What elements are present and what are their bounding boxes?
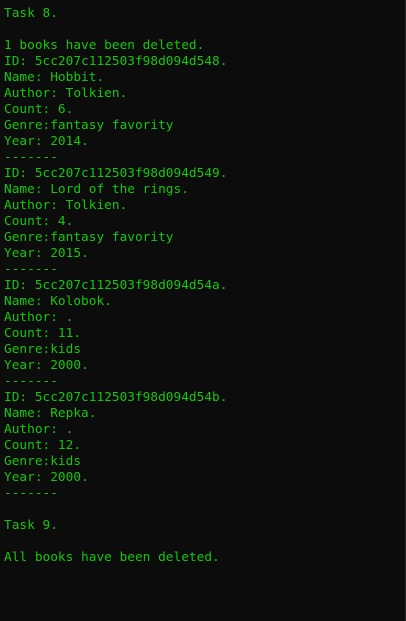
console-line: Task 8. (4, 6, 58, 21)
console-line: Count: 4. (4, 214, 74, 229)
console-line: ------- (4, 150, 58, 165)
console-line: ID: 5cc207c112503f98d094d548. (4, 54, 228, 69)
console-line: Count: 6. (4, 102, 74, 117)
console-line: Year: 2000. (4, 358, 89, 373)
console-line: Author: . (4, 310, 74, 325)
console-line: ID: 5cc207c112503f98d094d54a. (4, 278, 228, 293)
console-window[interactable]: Task 8. 1 books have been deleted. ID: 5cc… (0, 0, 406, 621)
console-line: Genre:kids (4, 454, 82, 469)
console-line: Year: 2000. (4, 470, 89, 485)
console-line: ID: 5cc207c112503f98d094d549. (4, 166, 228, 181)
console-line: ------- (4, 486, 58, 501)
console-line: Count: 12. (4, 438, 82, 453)
console-line: Genre:kids (4, 342, 82, 357)
console-line: Year: 2014. (4, 134, 89, 149)
console-line: Name: Repka. (4, 406, 97, 421)
console-line: Genre:fantasy favority (4, 230, 174, 245)
console-line: Author: Tolkien. (4, 86, 128, 101)
console-line: Genre:fantasy favority (4, 118, 174, 133)
console-line: Task 9. (4, 518, 58, 533)
console-output: Task 8. 1 books have been deleted. ID: 5cc… (4, 6, 227, 566)
console-line: All books have been deleted. (4, 550, 220, 565)
console-line: Name: Lord of the rings. (4, 182, 189, 197)
console-line: ------- (4, 374, 58, 389)
console-line: Name: Kolobok. (4, 294, 112, 309)
console-line: 1 books have been deleted. (4, 38, 205, 53)
console-line: ------- (4, 262, 58, 277)
console-line: Year: 2015. (4, 246, 89, 261)
console-line: ID: 5cc207c112503f98d094d54b. (4, 390, 228, 405)
console-line: Author: Tolkien. (4, 198, 128, 213)
console-line: Name: Hobbit. (4, 70, 105, 85)
console-line: Author: . (4, 422, 74, 437)
console-line: Count: 11. (4, 326, 82, 341)
